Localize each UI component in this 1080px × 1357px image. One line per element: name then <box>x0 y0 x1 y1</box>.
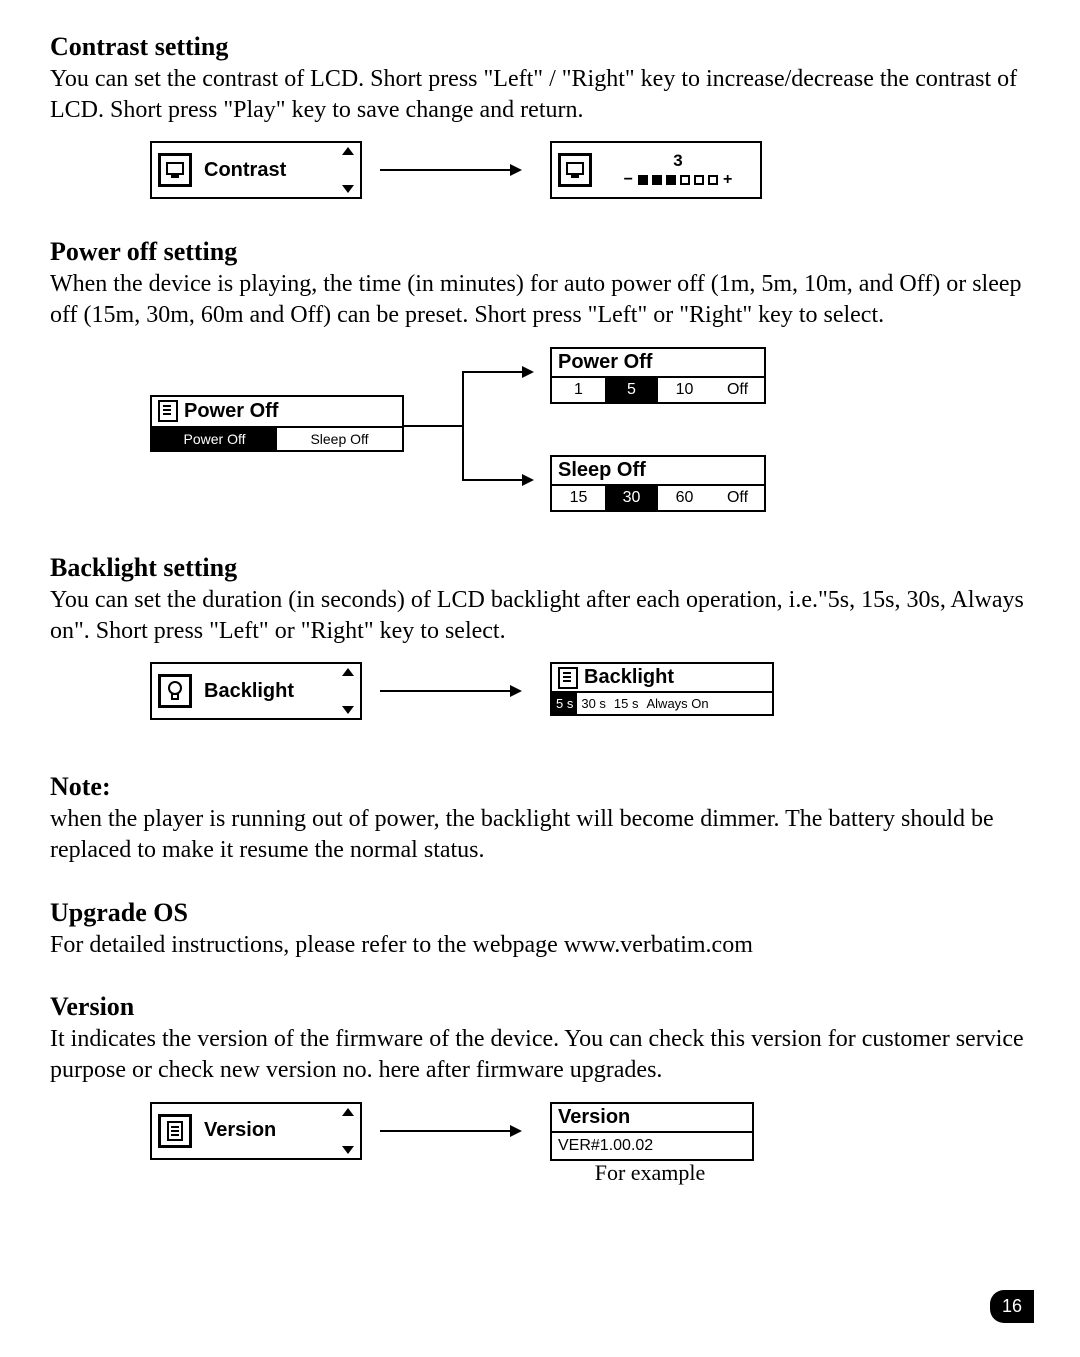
opt: 15 <box>552 486 605 510</box>
document-icon <box>158 1114 192 1148</box>
monitor-icon <box>158 153 192 187</box>
connector-line <box>402 425 462 427</box>
panel-title: Version <box>552 1104 752 1133</box>
lcd-label-version: Version <box>202 1119 342 1142</box>
opt: Always On <box>643 693 713 714</box>
lcd-contrast-value: 3 − + <box>550 141 762 199</box>
arrow-icon <box>380 1130 520 1132</box>
lcd-backlight-menu: Backlight <box>150 662 362 720</box>
lcd-poweroff-menu: Power Off Power Off Sleep Off <box>150 395 404 452</box>
lcd-contrast-menu: Contrast <box>150 141 362 199</box>
body-note: when the player is running out of power,… <box>50 804 1030 865</box>
opt: 10 <box>658 378 711 402</box>
heading-note: Note: <box>50 772 1030 802</box>
contrast-bar <box>638 175 718 185</box>
list-icon <box>558 667 578 689</box>
opt: Off <box>711 486 764 510</box>
body-poweroff: When the device is playing, the time (in… <box>50 269 1030 330</box>
arrow-icon <box>380 690 520 692</box>
panel-title: Sleep Off <box>552 457 764 486</box>
list-icon <box>158 400 178 422</box>
tab-sleep-off: Sleep Off <box>277 428 402 450</box>
page-number: 16 <box>990 1290 1034 1323</box>
opt: 1 <box>552 378 605 402</box>
minus-icon: − <box>624 171 633 189</box>
opt: 60 <box>658 486 711 510</box>
panel-sleep-off: Sleep Off 15 30 60 Off <box>550 455 766 512</box>
opt-selected: 30 <box>605 486 658 510</box>
version-value: VER#1.00.02 <box>552 1133 752 1159</box>
panel-power-off: Power Off 1 5 10 Off <box>550 347 766 404</box>
panel-title: Backlight <box>584 666 674 689</box>
opt: 15 s <box>610 693 643 714</box>
caption-example: For example <box>550 1160 750 1186</box>
heading-upgrade: Upgrade OS <box>50 898 1030 928</box>
lcd-label-backlight: Backlight <box>202 680 342 703</box>
tab-power-off: Power Off <box>152 428 277 450</box>
body-backlight: You can set the duration (in seconds) of… <box>50 585 1030 646</box>
body-version: It indicates the version of the firmware… <box>50 1024 1030 1085</box>
panel-backlight: Backlight 5 s 30 s 15 s Always On <box>550 662 774 716</box>
body-contrast: You can set the contrast of LCD. Short p… <box>50 64 1030 125</box>
opt: 30 s <box>577 693 610 714</box>
arrow-icon <box>462 371 532 373</box>
bulb-icon <box>158 674 192 708</box>
lcd-version-menu: Version <box>150 1102 362 1160</box>
body-upgrade: For detailed instructions, please refer … <box>50 930 1030 961</box>
opt-selected: 5 s <box>552 693 577 714</box>
opt-selected: 5 <box>605 378 658 402</box>
panel-version: Version VER#1.00.02 <box>550 1102 754 1161</box>
monitor-icon <box>558 153 592 187</box>
arrow-icon <box>462 479 532 481</box>
heading-poweroff: Power off setting <box>50 237 1030 267</box>
arrow-icon <box>380 169 520 171</box>
panel-title: Power Off <box>552 349 764 378</box>
contrast-value: 3 <box>673 151 682 171</box>
heading-contrast: Contrast setting <box>50 32 1030 62</box>
lcd-label-poweroff: Power Off <box>184 400 278 423</box>
plus-icon: + <box>723 171 732 189</box>
heading-version: Version <box>50 992 1030 1022</box>
lcd-label-contrast: Contrast <box>202 159 342 182</box>
opt: Off <box>711 378 764 402</box>
heading-backlight: Backlight setting <box>50 553 1030 583</box>
connector-line <box>462 371 464 481</box>
